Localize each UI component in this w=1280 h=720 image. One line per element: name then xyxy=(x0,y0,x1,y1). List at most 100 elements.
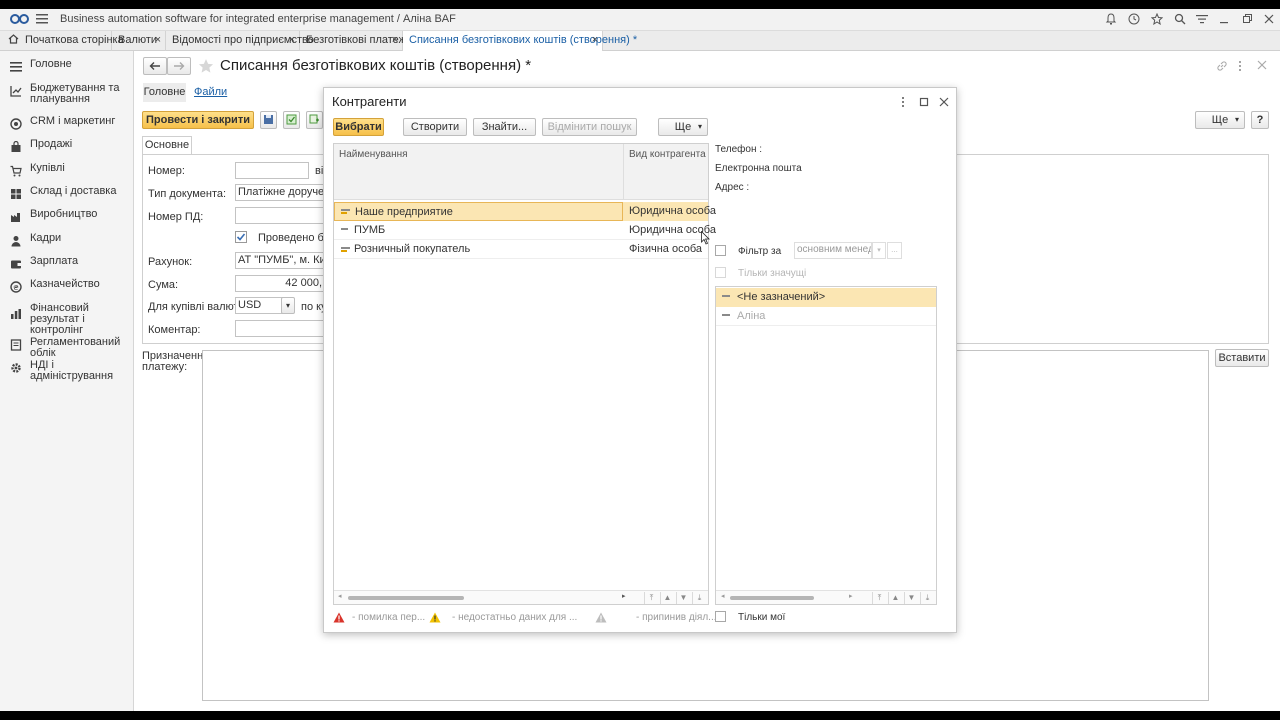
table-row[interactable]: Наше предприятие Юридична особа xyxy=(334,202,716,221)
counterparties-table: Найменування Вид контрагента Наше предпр… xyxy=(333,143,716,605)
help-button[interactable]: ? xyxy=(1251,111,1269,129)
tab-company-info[interactable]: Відомості про підприємство × xyxy=(166,31,314,51)
nav-last-icon[interactable]: ⤓ xyxy=(692,592,706,604)
scrollbar-thumb[interactable] xyxy=(730,596,814,600)
account-field[interactable]: АТ "ПУМБ", м. Київ, В xyxy=(235,252,325,269)
table-row[interactable]: Розничный покупатель Фізична особа xyxy=(334,240,708,259)
close-icon[interactable] xyxy=(1264,13,1274,25)
star-icon[interactable] xyxy=(1151,13,1163,25)
nav-up-icon[interactable]: ▲ xyxy=(888,592,902,604)
pd-number-field[interactable] xyxy=(235,207,325,224)
only-mine-checkbox[interactable] xyxy=(715,611,726,622)
bell-icon[interactable] xyxy=(1105,13,1117,25)
nav-first-icon[interactable]: ⤒ xyxy=(872,592,886,604)
pd-number-label: Номер ПД: xyxy=(148,211,204,223)
managers-table: <Не зазначений> Аліна ◂ ▸ ⤒ ▲ ▼ ⤓ xyxy=(715,286,937,605)
doctype-field[interactable]: Платіжне доручення xyxy=(235,184,325,201)
manager-name: <Не зазначений> xyxy=(737,291,826,303)
search-icon[interactable] xyxy=(1174,13,1186,25)
nav-last-icon[interactable]: ⤓ xyxy=(920,592,934,604)
filter-checkbox[interactable] xyxy=(715,245,726,256)
column-type[interactable]: Вид контрагента xyxy=(629,149,706,160)
currency-label: Для купівлі валюти: xyxy=(148,301,248,313)
wallet-icon xyxy=(11,260,21,269)
tab-currencies[interactable]: Валюти × xyxy=(112,31,166,51)
subnav-main[interactable]: Головне xyxy=(143,83,186,102)
tab-close-icon[interactable]: × xyxy=(592,34,598,46)
post-button[interactable] xyxy=(283,111,300,129)
more-button[interactable]: Ще ▾ xyxy=(1195,111,1245,129)
settings-lines-icon[interactable] xyxy=(1196,13,1208,25)
more-vertical-icon[interactable] xyxy=(1237,60,1243,72)
currency-dropdown-button[interactable]: ▾ xyxy=(281,297,295,314)
bank-processed-checkbox[interactable] xyxy=(235,231,247,243)
nav-first-icon[interactable]: ⤒ xyxy=(644,592,658,604)
history-icon[interactable] xyxy=(1128,13,1140,25)
error-warning-icon xyxy=(333,612,345,623)
tab-home[interactable]: Початкова сторінка xyxy=(0,31,124,51)
dialog-close-icon[interactable] xyxy=(939,97,949,107)
manager-row[interactable]: Аліна xyxy=(716,307,936,326)
favorite-star-icon[interactable] xyxy=(198,58,214,74)
dialog-more-icon[interactable] xyxy=(900,96,906,108)
legend-insufficient: - недостатньо даних для ... xyxy=(452,612,578,623)
save-button[interactable] xyxy=(260,111,277,129)
app-logo-icon[interactable] xyxy=(10,13,30,25)
currency-field[interactable]: USD xyxy=(235,297,283,314)
forward-button[interactable] xyxy=(167,57,191,75)
create-based-on-button[interactable] xyxy=(306,111,323,129)
number-field[interactable] xyxy=(235,162,309,179)
sidebar-item-label: Зарплата xyxy=(30,255,79,267)
scrollbar-thumb[interactable] xyxy=(348,596,464,600)
manager-row[interactable]: <Не зазначений> xyxy=(716,288,936,307)
tab-writeoff-creation[interactable]: Списання безготівкових коштів (створення… xyxy=(403,31,637,51)
dialog-more-button[interactable]: Ще ▾ xyxy=(658,118,708,136)
tab-close-icon[interactable]: × xyxy=(392,34,398,46)
form-tab-main[interactable]: Основне xyxy=(142,136,192,154)
legal-entity-icon xyxy=(341,247,350,252)
select-button[interactable]: Вибрати xyxy=(333,118,384,136)
back-button[interactable] xyxy=(143,57,167,75)
horizontal-scrollbar[interactable]: ◂ ▸ ⤒ ▲ ▼ ⤓ xyxy=(334,590,708,604)
menu-icon[interactable] xyxy=(36,14,48,24)
sidebar-item-financial-result[interactable]: Фінансовий результат і контролінг xyxy=(0,303,134,336)
comment-field[interactable] xyxy=(235,320,325,337)
minimize-icon[interactable] xyxy=(1219,13,1229,25)
scroll-right-icon[interactable]: ▸ xyxy=(849,592,853,600)
post-and-close-button[interactable]: Провести і закрити xyxy=(142,111,254,129)
filter-field[interactable]: основним менедж xyxy=(794,242,872,259)
tabs-bar: Початкова сторінка Валюти × Відомості пр… xyxy=(0,31,1280,51)
insert-button[interactable]: Вставити xyxy=(1215,349,1269,367)
nav-down-icon[interactable]: ▼ xyxy=(904,592,918,604)
horizontal-scrollbar[interactable]: ◂ ▸ ⤒ ▲ ▼ ⤓ xyxy=(716,590,936,604)
tab-close-icon[interactable]: × xyxy=(155,34,161,46)
only-significant-checkbox[interactable] xyxy=(715,267,726,278)
nav-up-icon[interactable]: ▲ xyxy=(660,592,674,604)
find-button[interactable]: Знайти... xyxy=(473,118,536,136)
table-row[interactable]: ПУМБ Юридична особа xyxy=(334,221,716,240)
column-name[interactable]: Найменування xyxy=(339,149,408,160)
filter-dropdown-button[interactable]: ▾ xyxy=(872,242,886,259)
book-icon xyxy=(10,339,22,351)
svg-text:₴: ₴ xyxy=(13,284,19,292)
only-mine-label: Тільки мої xyxy=(738,612,786,623)
subnav-files-link[interactable]: Файли xyxy=(194,86,227,98)
scroll-left-icon[interactable]: ◂ xyxy=(338,592,342,600)
sidebar-item-budgeting[interactable]: Бюджетування та планування xyxy=(0,83,134,107)
sum-field[interactable]: 42 000, xyxy=(235,275,325,292)
row-type: Фізична особа xyxy=(629,243,702,255)
cancel-search-button[interactable]: Відмінити пошук xyxy=(542,118,637,136)
close-document-icon[interactable] xyxy=(1257,60,1267,70)
filter-select-button[interactable]: ... xyxy=(887,242,902,259)
account-label: Рахунок: xyxy=(148,256,193,268)
sum-label: Сума: xyxy=(148,279,179,291)
link-icon[interactable] xyxy=(1216,60,1228,72)
maximize-icon[interactable] xyxy=(919,97,929,107)
tab-cashless-payments[interactable]: Безготівкові платежі × xyxy=(300,31,408,51)
nav-down-icon[interactable]: ▼ xyxy=(676,592,690,604)
scroll-right-icon[interactable]: ▸ xyxy=(622,592,626,600)
create-button[interactable]: Створити xyxy=(403,118,467,136)
scroll-left-icon[interactable]: ◂ xyxy=(721,592,725,600)
restore-icon[interactable] xyxy=(1242,13,1252,25)
tab-close-icon[interactable]: × xyxy=(289,34,295,46)
